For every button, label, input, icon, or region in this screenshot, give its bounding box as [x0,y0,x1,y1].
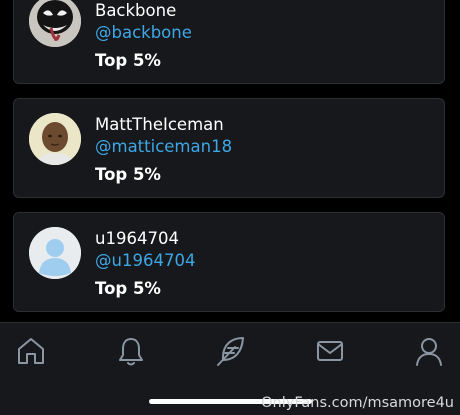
subscriber-card-mattticeman[interactable]: MattTheIceman @matticeman18 Top 5% [13,98,445,198]
subscriber-name: u1964704 [95,229,179,248]
avatar[interactable] [29,0,81,47]
feather-icon[interactable] [215,335,247,367]
avatar[interactable] [29,113,81,165]
subscriber-card-backbone[interactable]: Backbone @backbone Top 5% [13,0,445,84]
avatar[interactable] [29,227,81,279]
subscriber-rank: Top 5% [95,279,161,298]
default-avatar-icon [29,227,81,279]
subscriber-handle[interactable]: @matticeman18 [95,137,232,157]
home-icon[interactable] [15,335,47,367]
subscriber-rank: Top 5% [95,165,161,184]
subscriber-handle[interactable]: @u1964704 [95,251,195,271]
venom-avatar-icon [29,0,81,47]
message-icon[interactable] [314,335,346,367]
watermark: OnlyFans.com/msamore4u [261,395,454,411]
subscriber-rank: Top 5% [95,51,161,70]
profile-icon[interactable] [413,335,445,367]
subscriber-handle[interactable]: @backbone [95,23,192,43]
subscriber-name: MattTheIceman [95,115,224,134]
bell-icon[interactable] [115,335,147,367]
subscriber-card-u1964704[interactable]: u1964704 @u1964704 Top 5% [13,212,445,312]
photo-avatar-icon [29,113,81,165]
subscriber-name: Backbone [95,1,177,20]
